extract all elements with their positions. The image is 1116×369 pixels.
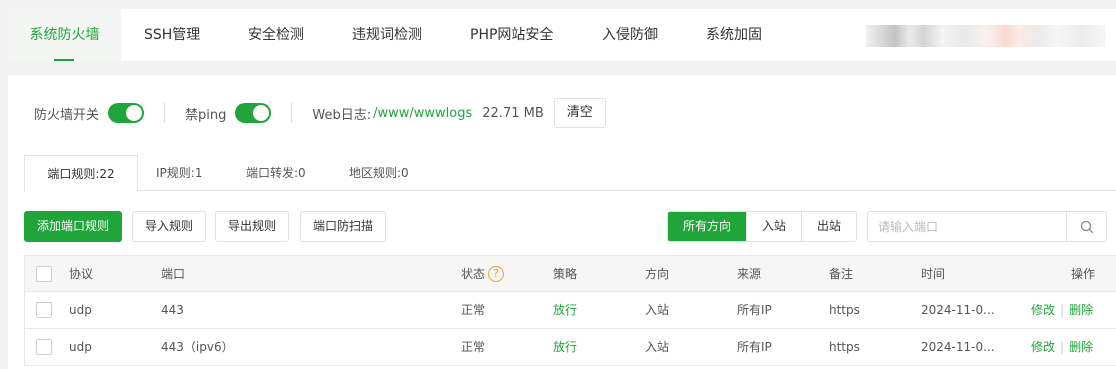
delete-link[interactable]: 删除	[1069, 303, 1093, 317]
cell-status: 正常	[461, 303, 486, 317]
action-separator: |	[1060, 340, 1065, 354]
tab-label: 系统防火墙	[29, 27, 100, 43]
col-status-label: 状态	[461, 267, 486, 281]
cell-status: 正常	[461, 340, 486, 354]
port-scan-protection-button[interactable]: 端口防扫描	[300, 211, 387, 242]
tab-forbidden-words[interactable]: 违规词检测	[352, 9, 422, 61]
clear-logs-button[interactable]: 清空	[553, 98, 606, 128]
tab-label: 安全检测	[248, 27, 304, 43]
port-rules-table: 协议 端口 状态? 策略 方向 来源 备注 时间 操作 udp 443 正常 放…	[24, 255, 1116, 366]
cell-policy: 放行	[553, 340, 578, 354]
cell-actions: 修改 | 删除	[1031, 329, 1093, 365]
cell-remark: https	[829, 303, 860, 317]
col-port: 端口	[161, 267, 186, 281]
table-row: udp 443（ipv6） 正常 放行 入站 所有IP https 2024-1…	[24, 329, 1116, 366]
cell-protocol: udp	[69, 303, 92, 317]
col-direction: 方向	[645, 267, 670, 281]
cell-protocol: udp	[69, 340, 92, 354]
filter-outbound[interactable]: 出站	[801, 212, 856, 241]
cell-port: 443（ipv6）	[161, 340, 234, 354]
cell-direction: 入站	[645, 303, 670, 317]
cell-actions: 修改 | 删除	[1031, 292, 1093, 328]
ban-ping-toggle[interactable]	[235, 103, 272, 123]
search-icon	[1080, 220, 1093, 233]
weblog-label: Web日志:	[312, 107, 372, 123]
tab-system-firewall[interactable]: 系统防火墙	[8, 9, 121, 61]
tab-security-check[interactable]: 安全检测	[248, 9, 304, 61]
cell-policy: 放行	[553, 303, 578, 317]
table-header: 协议 端口 状态? 策略 方向 来源 备注 时间 操作	[24, 255, 1116, 292]
tab-region-rules[interactable]: 地区规则:0	[349, 155, 409, 191]
question-icon[interactable]: ?	[488, 265, 505, 282]
tab-ip-rules[interactable]: IP规则:1	[156, 155, 202, 191]
tab-label: 入侵防御	[602, 27, 658, 43]
delete-link[interactable]: 删除	[1069, 340, 1093, 354]
edit-link[interactable]: 修改	[1031, 340, 1055, 354]
select-all-checkbox[interactable]	[36, 266, 52, 282]
weblog-path-link[interactable]: /www/wwwlogs	[373, 106, 472, 121]
add-port-rule-button[interactable]: 添加端口规则	[24, 211, 123, 242]
col-protocol: 协议	[69, 267, 94, 281]
cell-source: 所有IP	[737, 340, 772, 354]
port-search	[867, 211, 1107, 242]
filter-inbound[interactable]: 入站	[746, 212, 801, 241]
col-source: 来源	[737, 267, 762, 281]
tab-system-hardening[interactable]: 系统加固	[706, 9, 762, 61]
table-row: udp 443 正常 放行 入站 所有IP https 2024-11-0...…	[24, 292, 1116, 329]
cell-time: 2024-11-0...	[921, 303, 995, 317]
firewall-toggle[interactable]	[108, 103, 145, 123]
tab-label: 系统加固	[706, 27, 762, 43]
divider	[164, 103, 166, 123]
tab-port-forward[interactable]: 端口转发:0	[246, 155, 306, 191]
filter-all-directions[interactable]: 所有方向	[668, 212, 747, 241]
ban-ping-label: 禁ping	[185, 107, 227, 123]
edit-link[interactable]: 修改	[1031, 303, 1055, 317]
row-checkbox[interactable]	[36, 302, 52, 318]
port-search-input[interactable]	[868, 212, 1066, 241]
cell-direction: 入站	[645, 340, 670, 354]
col-status: 状态?	[461, 256, 505, 292]
tab-ssh-management[interactable]: SSH管理	[144, 9, 200, 61]
cell-port: 443	[161, 303, 184, 317]
weblog-size: 22.71 MB	[482, 105, 544, 121]
top-tab-bar: 系统防火墙 SSH管理 安全检测 违规词检测 PHP网站安全 入侵防御 系统加固	[8, 9, 1116, 61]
tab-label: 违规词检测	[352, 27, 422, 43]
col-remark: 备注	[829, 267, 854, 281]
firewall-settings-bar: 防火墙开关 禁ping Web日志: /www/wwwlogs 22.71 MB…	[34, 98, 606, 128]
tab-label: SSH管理	[144, 27, 201, 43]
col-policy: 策略	[553, 267, 578, 281]
import-rules-button[interactable]: 导入规则	[132, 211, 207, 242]
col-time: 时间	[921, 267, 946, 281]
cell-time: 2024-11-0...	[921, 340, 995, 354]
active-tab-underline	[54, 59, 74, 61]
divider	[291, 103, 293, 123]
export-rules-button[interactable]: 导出规则	[215, 211, 290, 242]
cell-source: 所有IP	[737, 303, 772, 317]
firewall-panel: 防火墙开关 禁ping Web日志: /www/wwwlogs 22.71 MB…	[8, 75, 1116, 369]
search-button[interactable]	[1066, 212, 1106, 241]
tab-intrusion-prevention[interactable]: 入侵防御	[602, 9, 658, 61]
action-separator: |	[1060, 303, 1065, 317]
row-checkbox[interactable]	[36, 339, 52, 355]
blurred-user-info	[866, 25, 1106, 47]
rule-tabs: 端口规则:22 IP规则:1 端口转发:0 地区规则:0	[24, 155, 1116, 192]
firewall-switch-label: 防火墙开关	[34, 107, 100, 123]
col-actions: 操作	[1071, 267, 1096, 281]
cell-remark: https	[829, 340, 860, 354]
tab-label: PHP网站安全	[470, 27, 554, 43]
tab-port-rules[interactable]: 端口规则:22	[24, 155, 138, 192]
tab-php-site-security[interactable]: PHP网站安全	[470, 9, 553, 61]
direction-filter: 所有方向 入站 出站	[667, 211, 858, 242]
